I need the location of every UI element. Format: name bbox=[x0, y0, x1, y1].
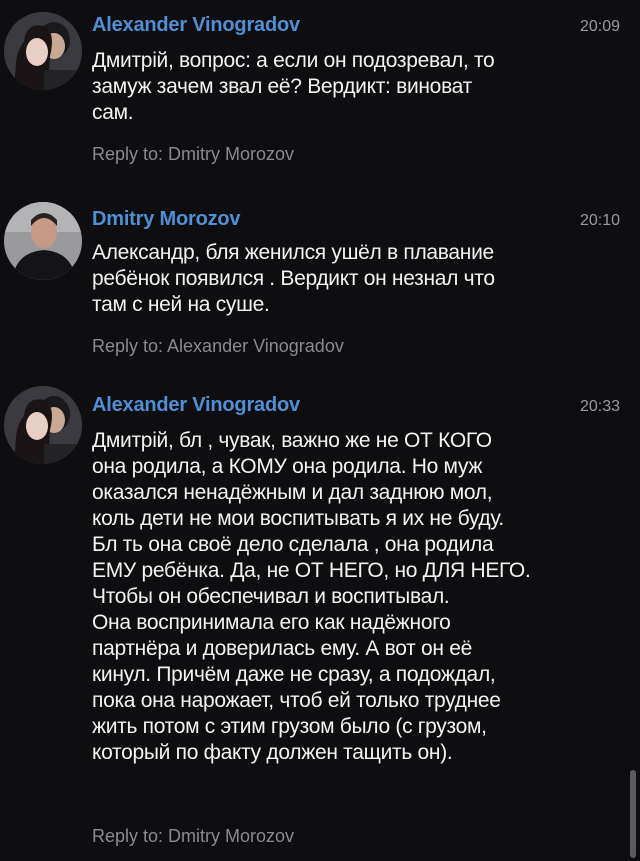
reply-to-link[interactable]: Reply to: Dmitry Morozov bbox=[92, 144, 294, 165]
message-time: 20:09 bbox=[579, 18, 620, 35]
message-line: замуж зачем звал её? Вердикт: виноват bbox=[92, 75, 472, 98]
message-line: Дмитрій, вопрос: а если он подозревал, т… bbox=[92, 49, 495, 72]
message-line: оказался ненадёжным и дал заднюю мол, bbox=[92, 481, 493, 504]
message-line: Дмитрій, бл , чувак, важно же не ОТ КОГО bbox=[92, 429, 492, 452]
message-line: Чтобы он обеспечивал и воспитывал. bbox=[92, 585, 450, 608]
message-line: жить потом с этим грузом было (с грузом, bbox=[92, 715, 487, 738]
author-name[interactable]: Alexander Vinogradov bbox=[92, 394, 300, 417]
couple-photo-avatar[interactable] bbox=[4, 386, 82, 464]
couple-photo-avatar[interactable] bbox=[4, 12, 82, 90]
message-line: Бл ть она своё дело сделала , она родила bbox=[92, 533, 494, 556]
message-line: коль дети не мои воспитывать я их не буд… bbox=[92, 507, 504, 530]
reply-to-link[interactable]: Reply to: Alexander Vinogradov bbox=[92, 336, 344, 357]
scrollbar[interactable] bbox=[630, 770, 636, 858]
message-line: который по факту должен тащить он). bbox=[92, 741, 453, 764]
message-line: партнёра и доверилась ему. А вот он её bbox=[92, 637, 472, 660]
message-line: там с ней на суше. bbox=[92, 293, 270, 316]
message-line: Александр, бля женился ушёл в плавание bbox=[92, 241, 494, 264]
message-line: ЕМУ ребёнка. Да, не ОТ НЕГО, но ДЛЯ НЕГО… bbox=[92, 559, 531, 582]
message-line: кинул. Причём даже не сразу, а подождал, bbox=[92, 663, 496, 686]
message-time: 20:10 bbox=[579, 212, 620, 229]
man-photo-avatar[interactable] bbox=[4, 202, 82, 280]
message-line: пока она нарожает, чтоб ей только трудне… bbox=[92, 689, 501, 712]
message-line: ребёнок появился . Вердикт он незнал что bbox=[92, 267, 495, 290]
reply-to-link[interactable]: Reply to: Dmitry Morozov bbox=[92, 826, 294, 847]
comment-feed: Alexander Vinogradov 20:09 Дмитрій, вопр… bbox=[0, 0, 640, 861]
message-text: Дмитрій, вопрос: а если он подозревал, т… bbox=[92, 48, 612, 126]
message-text: Дмитрій, бл , чувак, важно же не ОТ КОГО… bbox=[92, 428, 612, 766]
message-line: Она воспринимала его как надёжного bbox=[92, 611, 451, 634]
message-time: 20:33 bbox=[579, 398, 620, 415]
author-name[interactable]: Dmitry Morozov bbox=[92, 208, 241, 231]
message-line: она родила, а КОМУ она родила. Но муж bbox=[92, 455, 483, 478]
message-text: Александр, бля женился ушёл в плавание р… bbox=[92, 240, 612, 318]
author-name[interactable]: Alexander Vinogradov bbox=[92, 14, 300, 37]
message-line: сам. bbox=[92, 101, 134, 124]
